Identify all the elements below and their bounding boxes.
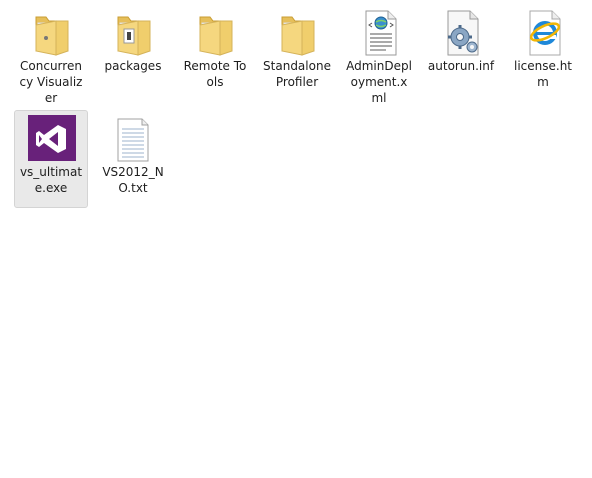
file-name-label: autorun.inf (427, 59, 495, 73)
internet-explorer-icon (516, 7, 572, 57)
file-name-label: license.htm (513, 59, 572, 89)
file-item-packages[interactable]: packages (96, 4, 170, 102)
folder-icon (188, 7, 244, 57)
file-name-label: VS2012_NO.txt (102, 165, 164, 195)
file-explorer-content: Concurrency Visualizer packages Remote T (0, 0, 592, 478)
file-item-vs-ultimate-exe[interactable]: vs_ultimate.exe (14, 110, 88, 208)
file-item-vs2012-no-txt[interactable]: VS2012_NO.txt (96, 110, 170, 208)
file-name-label: vs_ultimate.exe (19, 165, 83, 195)
file-item-autorun-inf[interactable]: autorun.inf (424, 4, 498, 102)
file-name-label: packages (104, 59, 162, 73)
file-name-label: Remote Tools (183, 59, 247, 89)
visual-studio-icon (24, 113, 80, 163)
folder-icon (106, 7, 162, 57)
file-item-remote-tools[interactable]: Remote Tools (178, 4, 252, 102)
xml-document-icon (352, 7, 408, 57)
file-name-label: Concurrency Visualizer (19, 59, 83, 105)
config-settings-icon (434, 7, 490, 57)
folder-icon (24, 7, 80, 57)
file-item-concurrency-visualizer[interactable]: Concurrency Visualizer (14, 4, 88, 105)
text-document-icon (106, 113, 162, 163)
file-item-license-htm[interactable]: license.htm (506, 4, 580, 102)
file-name-label: Standalone Profiler (263, 59, 331, 89)
file-item-admin-deployment-xml[interactable]: AdminDeployment.xml (342, 4, 416, 105)
folder-icon (270, 7, 326, 57)
file-item-standalone-profiler[interactable]: Standalone Profiler (260, 4, 334, 102)
file-name-label: AdminDeployment.xml (346, 59, 412, 105)
